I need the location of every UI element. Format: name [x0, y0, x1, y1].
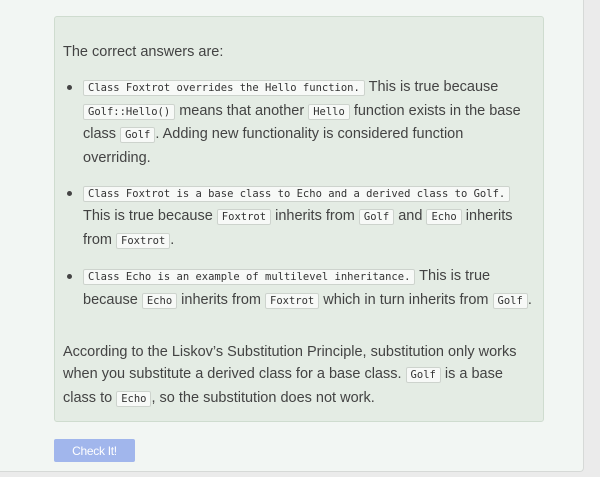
- answer-text: which in turn inherits from: [319, 291, 493, 308]
- answer-text: This is true because: [364, 79, 499, 96]
- inline-code: Foxtrot: [116, 232, 171, 249]
- answer-statement-code: Class Foxtrot is a base class to Echo an…: [83, 186, 511, 203]
- answer-text: and: [394, 208, 427, 225]
- inline-code: Hello: [308, 103, 350, 120]
- conclusion-text: , so the substitution does not work.: [151, 389, 375, 406]
- inline-code: Foxtrot: [265, 292, 320, 309]
- feedback-intro: The correct answers are:: [63, 44, 224, 60]
- inline-code: Golf: [120, 127, 156, 144]
- inline-code: Echo: [426, 209, 462, 226]
- answer-text: inherits from: [177, 291, 265, 308]
- inline-code: Golf: [405, 367, 441, 384]
- inline-code: Echo: [116, 390, 152, 407]
- answer-list: Class Foxtrot overrides the Hello functi…: [63, 76, 535, 312]
- inline-code: Golf::Hello(): [83, 103, 176, 120]
- content-panel: The correct answers are: Class Foxtrot o…: [0, 0, 584, 472]
- answer-text: means that another: [175, 102, 309, 119]
- inline-code: Echo: [141, 292, 178, 309]
- feedback-box: The correct answers are: Class Foxtrot o…: [54, 16, 544, 422]
- answer-statement-code: Class Foxtrot overrides the Hello functi…: [83, 80, 365, 97]
- answer-statement-code: Class Echo is an example of multilevel i…: [83, 269, 416, 286]
- answer-item: Class Echo is an example of multilevel i…: [67, 265, 535, 312]
- inline-code: Golf: [492, 292, 528, 309]
- answer-text: .: [527, 291, 532, 308]
- feedback-conclusion: According to the Liskov’s Substitution P…: [63, 341, 535, 410]
- answer-item: Class Foxtrot overrides the Hello functi…: [67, 76, 535, 169]
- answer-text: This is true because: [83, 208, 217, 225]
- check-it-button[interactable]: Check It!: [54, 439, 135, 462]
- answer-text: inherits from: [271, 208, 359, 225]
- answer-item: Class Foxtrot is a base class to Echo an…: [67, 182, 535, 252]
- inline-code: Foxtrot: [216, 209, 272, 226]
- inline-code: Golf: [358, 209, 395, 226]
- answer-text: .: [170, 231, 175, 248]
